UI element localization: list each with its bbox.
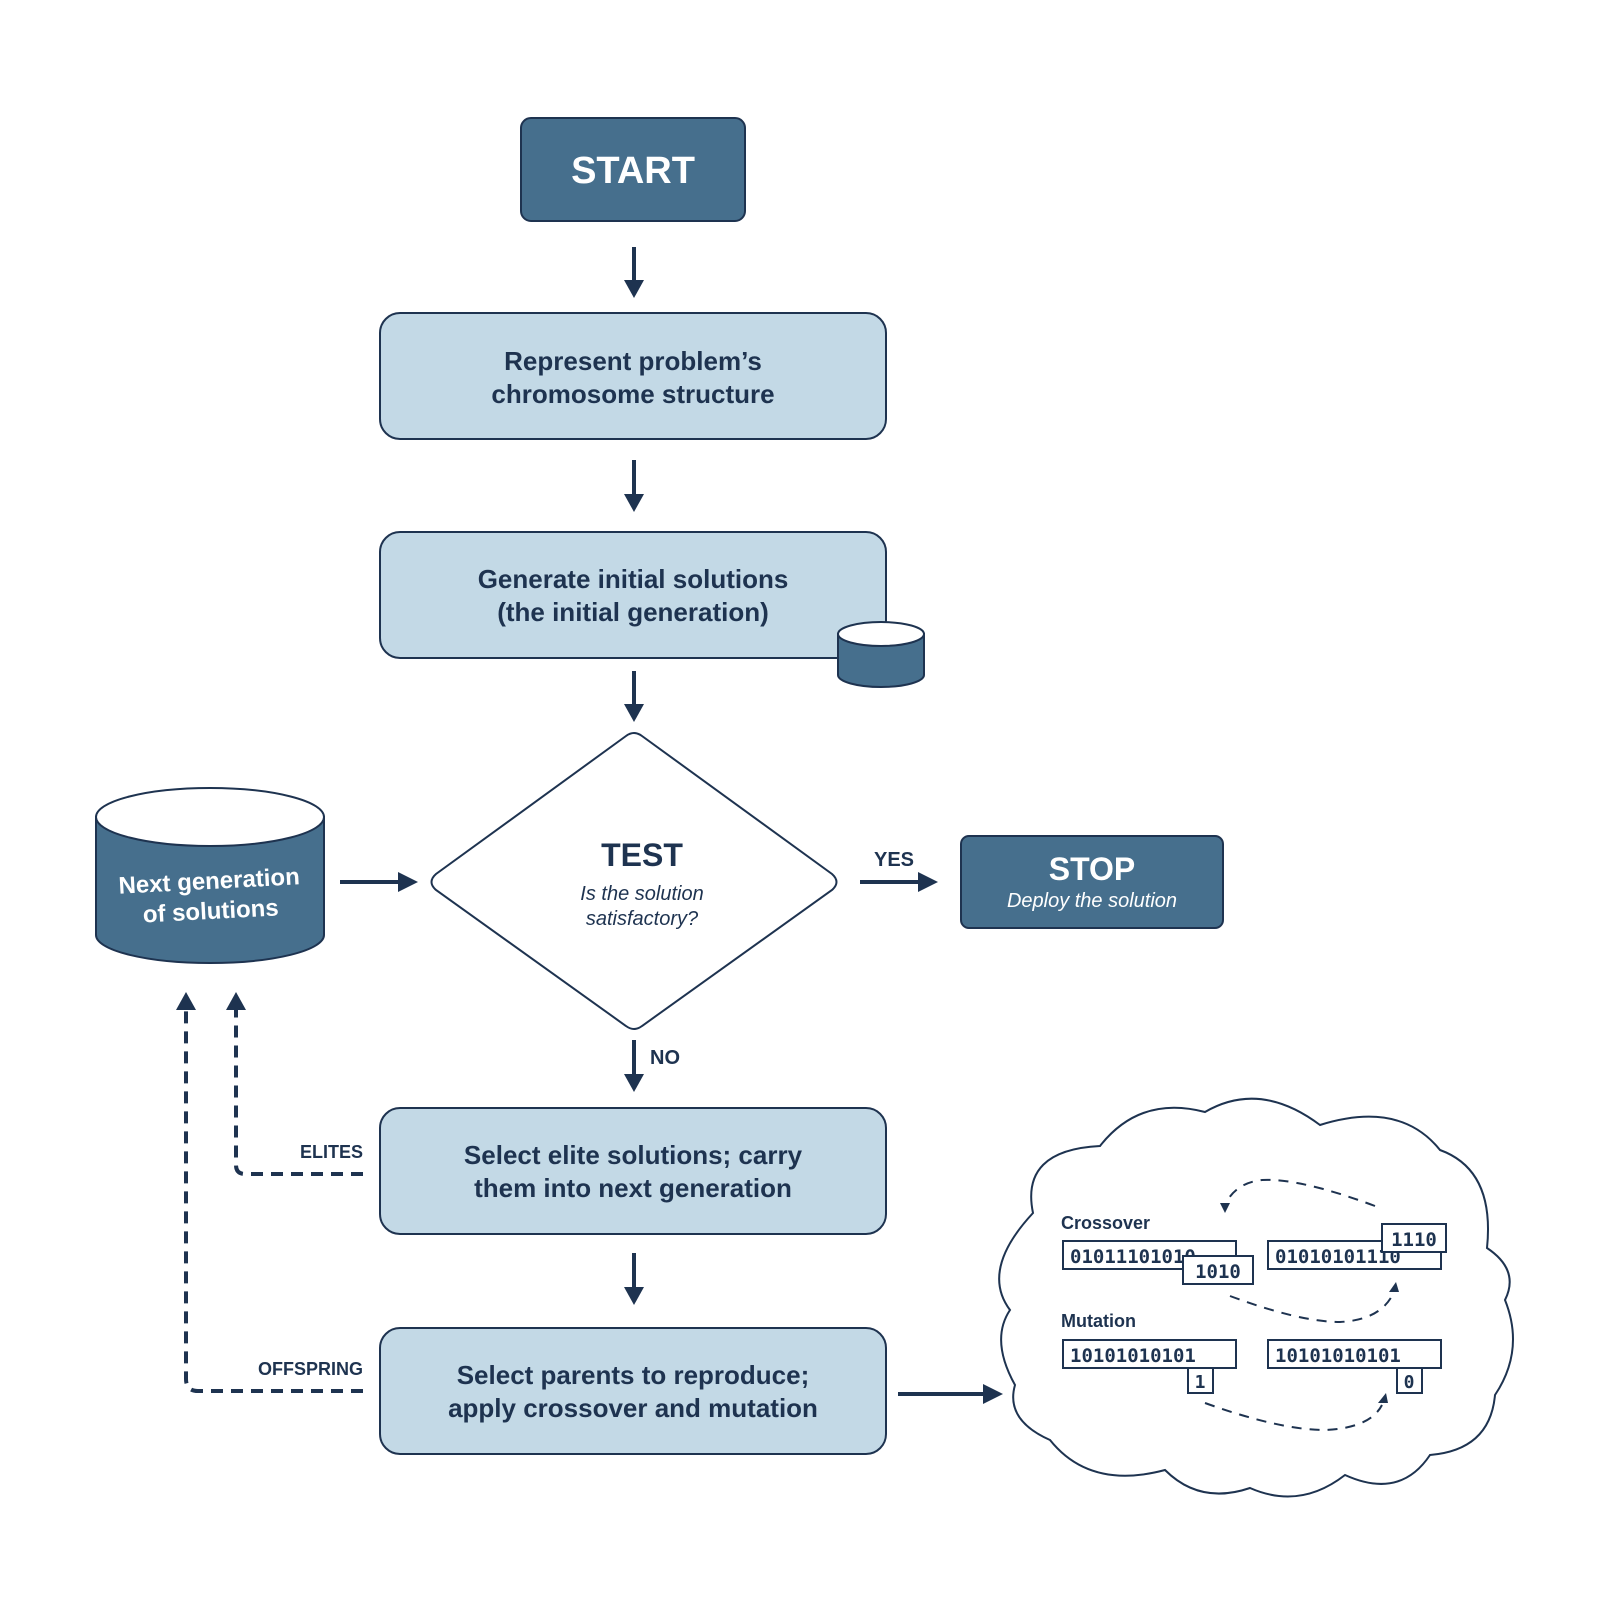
represent-chromosome-node: Represent problem’s chromosome structure [379,312,887,440]
mutation-bit-a: 1 [1195,1372,1206,1393]
genetic-algorithm-flowchart: START Represent problem’s chromosome str… [95,117,1514,1498]
arrow-generate-to-test [624,671,644,722]
mutation-title: Mutation [1061,1311,1136,1331]
crossover-segment-b: 1110 [1391,1229,1437,1251]
test-title: TEST [601,837,683,873]
arrow-yes: YES [860,849,938,892]
start-node: START [520,117,746,222]
arrow-no: NO [624,1040,680,1092]
mutation-bit-b: 0 [1404,1372,1415,1393]
test-decision-node: TEST Is the solution satisfactory? [430,732,838,1030]
elite-line2: them into next generation [474,1173,792,1203]
stop-node: STOP Deploy the solution [960,835,1224,929]
elites-label: ELITES [300,1142,363,1162]
generate-initial-node: Generate initial solutions (the initial … [379,531,887,659]
arrow-represent-to-generate [624,460,644,512]
test-question-line2: satisfactory? [586,908,699,930]
crossover-chrom-a: 01011101010 [1070,1246,1196,1268]
crossover-segment-a: 1010 [1195,1261,1241,1283]
offspring-label: OFFSPRING [258,1359,363,1379]
select-elite-node: Select elite solutions; carry them into … [379,1107,887,1235]
stop-title: STOP [1049,851,1136,887]
arrow-elite-to-parents [624,1253,644,1305]
test-question-line1: Is the solution [580,883,703,905]
mutation-chrom-b: 10101010101 [1275,1345,1401,1367]
arrow-nextgen-to-test [340,872,418,892]
arrow-start-to-represent [624,247,644,298]
operators-cloud: Crossover 01011101010 1010 01010101110 1… [998,1097,1514,1498]
parents-line1: Select parents to reproduce; [457,1360,810,1390]
stop-subtitle: Deploy the solution [1007,890,1177,912]
parents-line2: apply crossover and mutation [448,1393,818,1423]
arrow-parents-to-cloud [898,1384,1003,1404]
elites-feedback-path: ELITES [226,992,363,1176]
no-label: NO [650,1047,680,1069]
represent-line1: Represent problem’s [504,346,762,376]
represent-line2: chromosome structure [491,379,774,409]
elite-line1: Select elite solutions; carry [464,1140,803,1170]
crossover-title: Crossover [1061,1213,1150,1233]
yes-label: YES [874,849,914,871]
offspring-feedback-path: OFFSPRING [176,992,363,1393]
start-label: START [571,150,695,192]
mutation-chrom-a: 10101010101 [1070,1345,1196,1367]
database-icon [837,621,925,688]
select-parents-node: Select parents to reproduce; apply cross… [379,1327,887,1455]
generate-line1: Generate initial solutions [478,564,789,594]
generate-line2: (the initial generation) [497,597,769,627]
next-generation-store: Next generation of solutions [95,787,325,964]
